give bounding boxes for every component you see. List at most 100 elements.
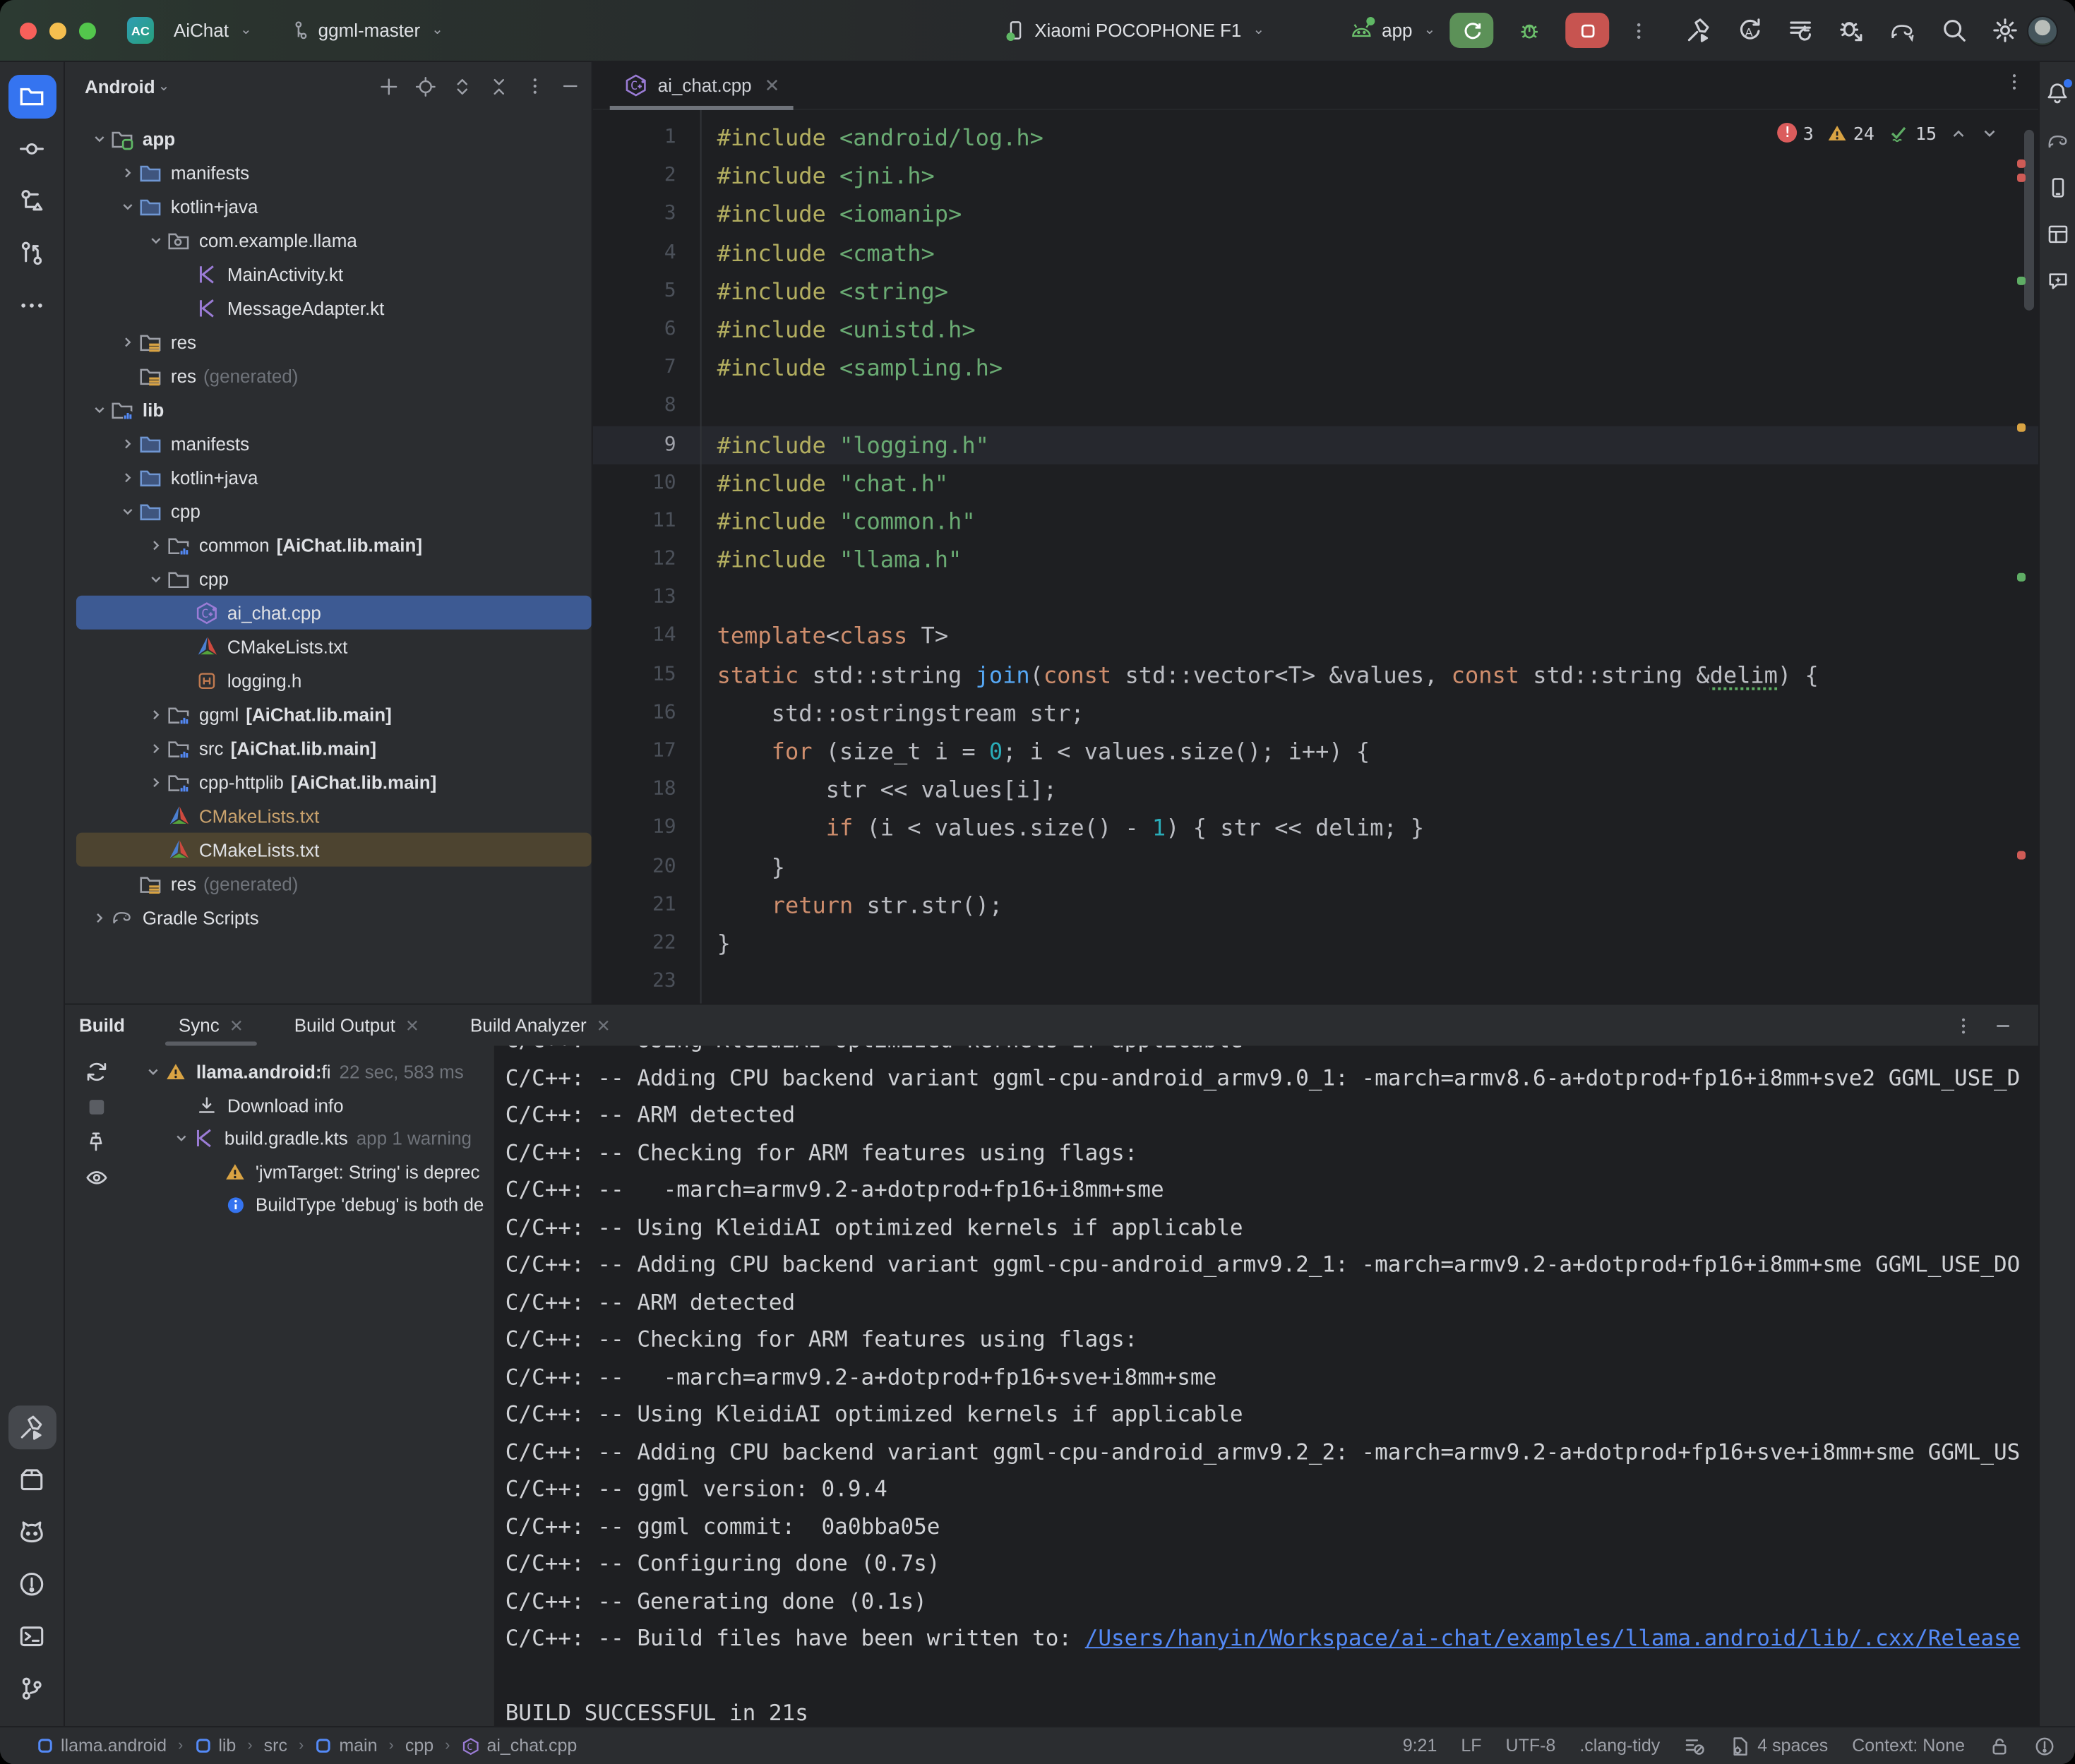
breadcrumb-item[interactable]: main bbox=[315, 1736, 377, 1756]
tree-chevron-open-icon[interactable] bbox=[144, 231, 167, 249]
rerun-button[interactable] bbox=[1449, 13, 1493, 48]
tree-item-lib[interactable]: lib bbox=[65, 392, 592, 426]
tree-chevron-closed-icon[interactable] bbox=[144, 705, 167, 724]
tool-button-project-folder[interactable] bbox=[8, 75, 56, 119]
tree-chevron-open-icon[interactable] bbox=[116, 502, 138, 520]
tree-chevron-open-icon[interactable] bbox=[88, 129, 110, 148]
stripe-mark[interactable] bbox=[2017, 424, 2026, 432]
tree-item-kotlin-java[interactable]: kotlin+java bbox=[65, 189, 592, 223]
search-everywhere-icon[interactable] bbox=[1941, 17, 1968, 44]
build-console[interactable]: C/C++: -- Using KleidiAI optimized kerne… bbox=[494, 1045, 2038, 1726]
run-configuration-selector[interactable]: app ⌄ bbox=[1349, 20, 1435, 41]
project-collapse-all-icon[interactable] bbox=[489, 76, 510, 97]
user-avatar[interactable] bbox=[2027, 15, 2058, 46]
tool-button-logcat[interactable] bbox=[8, 1510, 56, 1554]
build-output-link[interactable]: /Users/hanyin/Workspace/ai-chat/examples… bbox=[1085, 1626, 2021, 1651]
error-count[interactable]: !3 bbox=[1778, 122, 1814, 143]
editor-tab-ai-chat-cpp[interactable]: C ai_chat.cpp ✕ bbox=[610, 61, 794, 109]
build-tab-build-analyzer[interactable]: Build Analyzer✕ bbox=[465, 1005, 616, 1046]
warning-count[interactable]: 24 bbox=[1826, 122, 1874, 143]
project-hide-icon[interactable] bbox=[561, 76, 580, 96]
tree-chevron-closed-icon[interactable] bbox=[144, 536, 167, 554]
pin-icon[interactable] bbox=[85, 1130, 107, 1153]
tool-button-build[interactable] bbox=[8, 1405, 56, 1449]
tree-item-manifests[interactable]: manifests bbox=[65, 426, 592, 460]
breadcrumb-item[interactable]: src bbox=[264, 1736, 287, 1756]
hide-tool-window-icon[interactable] bbox=[1993, 1015, 2013, 1035]
build-variants-icon[interactable] bbox=[1787, 17, 1814, 44]
tool-button-version-control[interactable] bbox=[8, 1667, 56, 1710]
stripe-mark[interactable] bbox=[2017, 160, 2026, 168]
project-view-selector[interactable]: Android bbox=[85, 76, 155, 97]
close-tab-icon[interactable]: ✕ bbox=[597, 1015, 611, 1035]
attach-debugger-icon[interactable] bbox=[1838, 17, 1865, 44]
project-locate-icon[interactable] bbox=[415, 76, 436, 97]
breadcrumb-item[interactable]: llama.android bbox=[37, 1736, 167, 1756]
tree-chevron-closed-icon[interactable] bbox=[88, 908, 110, 927]
tool-button-more[interactable] bbox=[8, 284, 56, 328]
close-tab-icon[interactable]: ✕ bbox=[405, 1015, 419, 1035]
minimize-window-button[interactable] bbox=[49, 22, 66, 39]
status-encoding[interactable]: UTF-8 bbox=[1506, 1736, 1556, 1756]
tool-button-commit[interactable] bbox=[8, 127, 56, 171]
tool-button-ai-assistant[interactable] bbox=[2046, 270, 2069, 299]
tree-item-logging-h[interactable]: logging.h bbox=[65, 664, 592, 697]
tree-item-cmakelists-txt[interactable]: CMakeLists.txt bbox=[65, 833, 592, 867]
tool-button-structure[interactable] bbox=[8, 179, 56, 223]
tool-button-problems[interactable] bbox=[8, 1562, 56, 1606]
editor-scrollbar[interactable] bbox=[2024, 130, 2034, 311]
build-tab-sync[interactable]: Sync✕ bbox=[173, 1005, 249, 1046]
status-clang-tidy[interactable]: .clang-tidy bbox=[1579, 1736, 1660, 1756]
tree-item-com-example-llama[interactable]: com.example.llama bbox=[65, 223, 592, 257]
tool-button-running-devices[interactable] bbox=[2046, 176, 2069, 206]
tree-item-messageadapter-kt[interactable]: MessageAdapter.kt bbox=[65, 291, 592, 325]
tree-item-ggml[interactable]: ggml[AiChat.lib.main] bbox=[65, 697, 592, 731]
stop-button[interactable] bbox=[1565, 13, 1609, 48]
tool-button-gradle[interactable] bbox=[2045, 130, 2070, 160]
run-more-actions[interactable] bbox=[1629, 20, 1649, 40]
tree-item-mainactivity-kt[interactable]: MainActivity.kt bbox=[65, 257, 592, 291]
stripe-mark[interactable] bbox=[2017, 277, 2026, 285]
breadcrumb-item[interactable]: cpp bbox=[405, 1736, 433, 1756]
settings-icon[interactable] bbox=[1992, 17, 2019, 44]
project-selector[interactable]: AC AiChat ⌄ bbox=[127, 17, 252, 44]
gradle-sync-icon[interactable] bbox=[1889, 18, 1917, 43]
project-add-icon[interactable] bbox=[378, 76, 400, 97]
tree-chevron-open-icon[interactable] bbox=[169, 1129, 192, 1148]
status-write-access[interactable] bbox=[1989, 1735, 2010, 1756]
tree-chevron-closed-icon[interactable] bbox=[116, 332, 138, 351]
tree-item-cpp[interactable]: cpp bbox=[65, 494, 592, 528]
tree-chevron-open-icon[interactable] bbox=[88, 400, 110, 419]
debug-button[interactable] bbox=[1507, 13, 1551, 48]
close-tab-icon[interactable]: ✕ bbox=[765, 74, 780, 97]
stop-square-icon[interactable] bbox=[85, 1096, 107, 1117]
status-notifications-status[interactable] bbox=[2034, 1735, 2055, 1756]
build-tab-build-output[interactable]: Build Output✕ bbox=[289, 1005, 425, 1046]
code-editor[interactable]: !3 24 15 1#include <android/log.h>2#incl… bbox=[593, 110, 2038, 1004]
sync-tasks-icon[interactable] bbox=[84, 1060, 108, 1084]
project-expand-all-icon[interactable] bbox=[452, 76, 473, 97]
tree-item-cmakelists-txt[interactable]: CMakeLists.txt bbox=[65, 630, 592, 664]
tree-item-cpp-httplib[interactable]: cpp-httplib[AiChat.lib.main] bbox=[65, 765, 592, 799]
close-tab-icon[interactable]: ✕ bbox=[229, 1015, 244, 1035]
status-indentation[interactable]: 4 spaces bbox=[1729, 1735, 1828, 1756]
tree-item-res[interactable]: res bbox=[65, 325, 592, 359]
passed-count[interactable]: 15 bbox=[1887, 121, 1937, 144]
tree-item-kotlin-java[interactable]: kotlin+java bbox=[65, 460, 592, 494]
breadcrumb-item[interactable]: Cai_chat.cpp bbox=[461, 1736, 577, 1756]
tree-item-common[interactable]: common[AiChat.lib.main] bbox=[65, 528, 592, 562]
build-options-kebab-icon[interactable] bbox=[1954, 1015, 1973, 1035]
tree-item-ai-chat-cpp[interactable]: Cai_chat.cpp bbox=[65, 596, 592, 630]
device-selector[interactable]: Xiaomi POCOPHONE F1 ⌄ bbox=[1005, 20, 1264, 41]
tree-item-res[interactable]: res(generated) bbox=[65, 359, 592, 392]
tree-item-app[interactable]: app bbox=[65, 121, 592, 155]
inspection-widget[interactable]: !3 24 15 bbox=[1778, 121, 1999, 144]
project-more-v-icon[interactable] bbox=[525, 76, 545, 96]
tree-chevron-closed-icon[interactable] bbox=[116, 163, 138, 181]
status-formatter[interactable] bbox=[1684, 1735, 1705, 1756]
stripe-mark[interactable] bbox=[2017, 174, 2026, 182]
tree-chevron-open-icon[interactable] bbox=[141, 1063, 164, 1081]
tree-chevron-closed-icon[interactable] bbox=[116, 434, 138, 452]
tree-chevron-open-icon[interactable] bbox=[144, 570, 167, 588]
tree-item-gradle-scripts[interactable]: Gradle Scripts bbox=[65, 901, 592, 935]
